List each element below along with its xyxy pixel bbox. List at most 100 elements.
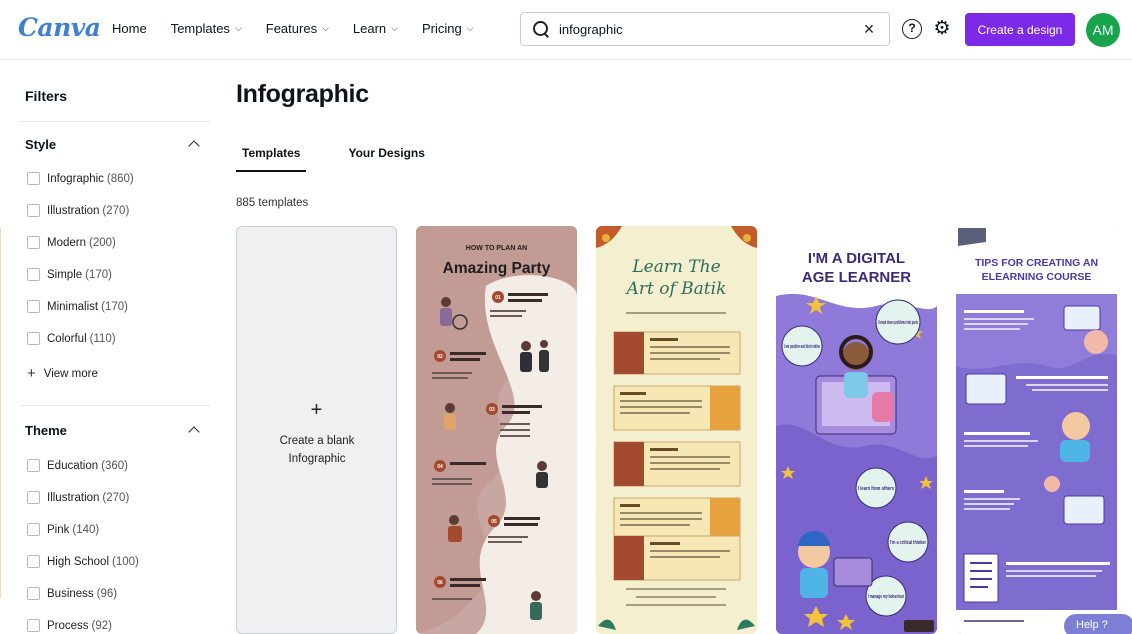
- filter-theme-illustration[interactable]: Illustration (270): [27, 491, 129, 504]
- filter-count: (270): [102, 491, 130, 504]
- main-nav: Home Templates ⌵ Features ⌵ Learn ⌵ Pricing…: [112, 21, 498, 36]
- filter-label: Modern: [47, 236, 86, 249]
- chevron-down-icon: ⌵: [466, 23, 474, 33]
- filter-theme-education[interactable]: Education (360): [27, 459, 128, 472]
- card-title-line1: I'M A DIGITAL: [808, 250, 905, 267]
- filter-count: (270): [102, 204, 130, 217]
- nav-features[interactable]: Features ⌵: [266, 21, 329, 36]
- nav-learn-label: Learn: [352, 21, 387, 36]
- checkbox[interactable]: [27, 268, 40, 281]
- chevron-up-icon[interactable]: [188, 138, 200, 150]
- filter-style-simple[interactable]: Simple (170): [27, 268, 112, 281]
- plus-icon: +: [27, 365, 36, 382]
- card-title-line2: ELEARNING COURSE: [982, 271, 1092, 283]
- nav-templates[interactable]: Templates ⌵: [171, 21, 242, 36]
- checkbox[interactable]: [27, 204, 40, 217]
- filter-theme-process[interactable]: Process (92): [27, 619, 112, 632]
- nav-home-label: Home: [112, 21, 147, 36]
- nav-features-label: Features: [265, 21, 318, 36]
- nav-pricing[interactable]: Pricing ⌵: [422, 21, 474, 36]
- view-more-label: View more: [43, 367, 98, 380]
- search-input[interactable]: [559, 21, 859, 37]
- clear-search-icon[interactable]: ×: [859, 19, 879, 40]
- filter-label: Infographic: [47, 172, 104, 185]
- filter-count: (170): [101, 300, 128, 313]
- filters-sidebar: Filters Style Infographic (860) Illustrat…: [0, 60, 220, 634]
- filter-style-colorful[interactable]: Colorful (110): [27, 332, 116, 345]
- tab-your-designs[interactable]: Your Designs: [342, 146, 430, 172]
- filter-style-modern[interactable]: Modern (200): [27, 236, 116, 249]
- filter-theme-business[interactable]: Business (96): [27, 587, 117, 600]
- filter-label: Illustration: [47, 491, 100, 504]
- search-icon[interactable]: [531, 19, 551, 39]
- tab-bar: Templates Your Designs: [236, 146, 467, 172]
- checkbox[interactable]: [27, 491, 40, 504]
- card-title-line2: Art of Batik: [625, 279, 727, 299]
- checkbox[interactable]: [27, 459, 40, 472]
- filters-title: Filters: [25, 88, 68, 104]
- gear-icon[interactable]: ⚙: [932, 19, 952, 39]
- help-button[interactable]: Help ?: [1064, 614, 1132, 634]
- divider: [20, 405, 210, 406]
- checkbox[interactable]: [27, 587, 40, 600]
- checkbox[interactable]: [27, 555, 40, 568]
- bubble-text: I learn from others: [858, 486, 894, 492]
- card-title-line1: TIPS FOR CREATING AN: [975, 257, 1098, 269]
- filter-label: Colorful: [47, 332, 87, 345]
- step-number: 03: [489, 407, 495, 413]
- view-more-link[interactable]: + View more: [27, 365, 98, 382]
- filter-count: (360): [101, 459, 129, 472]
- checkbox[interactable]: [27, 332, 40, 345]
- chevron-up-icon[interactable]: [188, 424, 200, 436]
- template-card-batik[interactable]: Learn The Art of Batik: [596, 226, 757, 634]
- filter-style-infographic[interactable]: Infographic (860): [27, 172, 134, 185]
- checkbox[interactable]: [27, 236, 40, 249]
- filter-theme-pink[interactable]: Pink (140): [27, 523, 99, 536]
- step-number: 05: [491, 519, 497, 525]
- card-title-line1: Learn The: [631, 257, 720, 277]
- template-thumbnail: Learn The Art of Batik: [596, 226, 757, 634]
- filter-count: (96): [96, 587, 118, 600]
- chevron-down-icon: ⌵: [322, 23, 329, 33]
- filter-count: (110): [89, 332, 116, 345]
- filter-count: (170): [85, 268, 113, 281]
- checkbox[interactable]: [27, 300, 40, 313]
- card-title-line2: AGE LEARNER: [802, 269, 911, 286]
- template-card-party[interactable]: HOW TO PLAN AN Amazing Party 01 02 03 04…: [416, 226, 577, 634]
- create-blank-line1: Create a blank: [279, 435, 355, 447]
- nav-home[interactable]: Home: [112, 21, 147, 36]
- theme-heading[interactable]: Theme: [25, 423, 67, 438]
- filter-style-minimalist[interactable]: Minimalist (170): [27, 300, 128, 313]
- bubble-text: I am positive and kind online: [784, 344, 820, 350]
- checkbox[interactable]: [27, 523, 40, 536]
- filter-label: Process: [47, 619, 89, 632]
- nav-templates-label: Templates: [170, 21, 230, 36]
- template-card-elearning[interactable]: TIPS FOR CREATING AN ELEARNING COURSE: [956, 226, 1117, 634]
- checkbox[interactable]: [27, 619, 40, 632]
- checkbox[interactable]: [27, 172, 40, 185]
- search-bar: ×: [520, 12, 890, 46]
- filter-count: (100): [112, 555, 139, 568]
- filter-count: (92): [91, 619, 112, 632]
- top-bar: Canva Home Templates ⌵ Features ⌵ Learn ⌵ P…: [0, 0, 1132, 60]
- nav-learn[interactable]: Learn ⌵: [353, 21, 398, 36]
- tab-templates[interactable]: Templates: [236, 146, 307, 172]
- filter-count: (140): [72, 523, 100, 536]
- card-top-text: HOW TO PLAN AN: [466, 245, 527, 252]
- template-thumbnail: HOW TO PLAN AN Amazing Party 01 02 03 04…: [416, 226, 577, 634]
- create-design-button[interactable]: Create a design: [965, 13, 1075, 46]
- filter-theme-high-school[interactable]: High School (100): [27, 555, 139, 568]
- template-count: 885 templates: [236, 197, 309, 209]
- create-blank-card[interactable]: + Create a blank Infographic: [236, 226, 397, 634]
- avatar[interactable]: AM: [1086, 13, 1120, 47]
- bubble-text: I break down problems into parts: [878, 320, 918, 326]
- canva-logo[interactable]: Canva: [18, 13, 101, 42]
- template-thumbnail: TIPS FOR CREATING AN ELEARNING COURSE: [956, 226, 1117, 634]
- filter-style-illustration[interactable]: Illustration (270): [27, 204, 129, 217]
- style-heading[interactable]: Style: [25, 137, 56, 152]
- plus-icon: +: [310, 399, 323, 421]
- help-circle-icon[interactable]: ?: [902, 19, 922, 39]
- filter-label: High School: [47, 555, 110, 568]
- filter-label: Business: [47, 587, 94, 600]
- template-card-digital-learner[interactable]: I'M A DIGITAL AGE LEARNER I am positive …: [776, 226, 937, 634]
